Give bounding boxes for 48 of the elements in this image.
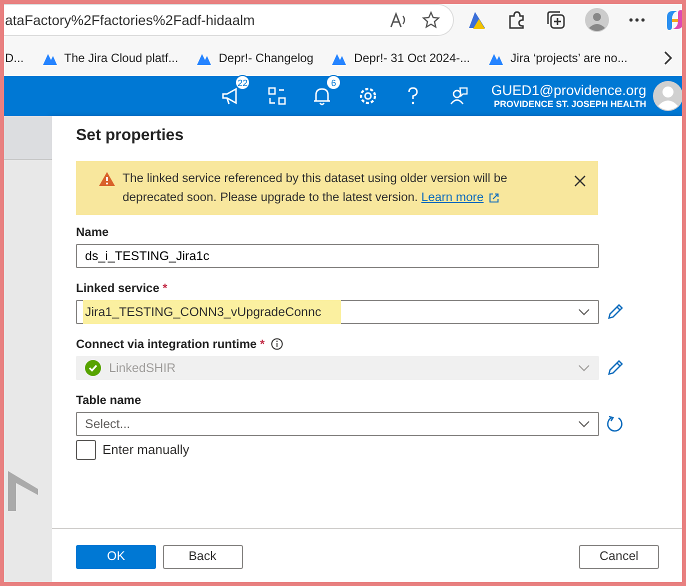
field-label: Linked service [76, 280, 160, 297]
count-badge: 6 [326, 75, 342, 90]
collections-icon[interactable] [546, 10, 566, 30]
dialog-button[interactable]: Cancel [579, 544, 659, 568]
url-text: ataFactory%2Ffactories%2Fadf-hidaalm [5, 10, 255, 30]
external-link-icon [488, 192, 500, 204]
bookmark-item[interactable]: Jira ‘projects’ are no... [510, 49, 628, 67]
organization-name: PROVIDENCE ST. JOSEPH HEALTH [492, 100, 646, 110]
chevron-down-icon [578, 420, 590, 428]
refresh-icon[interactable] [606, 415, 624, 433]
bell-icon[interactable] [312, 86, 332, 106]
count-badge: 22 [235, 75, 250, 90]
close-icon[interactable] [574, 175, 586, 187]
settings-icon[interactable] [358, 86, 378, 106]
user-email[interactable]: GUED1@providence.org [491, 82, 646, 97]
dialog-button[interactable]: Back [162, 544, 242, 568]
warning-icon [98, 171, 116, 187]
user-avatar-icon[interactable] [652, 81, 683, 111]
required-marker: * [162, 280, 168, 297]
field-label: Table name [76, 392, 142, 409]
field-label: Name [76, 224, 109, 241]
star-icon[interactable] [422, 11, 440, 29]
dialog-title: Set properties [76, 126, 185, 146]
pencil-icon[interactable] [606, 303, 624, 321]
dropdown-field[interactable]: Jira1_TESTING_CONN3_vUpgradeConnc [76, 300, 599, 324]
bookmark-item[interactable]: D... [5, 49, 24, 67]
bookmark-item[interactable]: The Jira Cloud platf... [64, 49, 178, 67]
diagram-shape-icon [8, 471, 38, 511]
checkbox-label[interactable]: Enter manually [102, 440, 190, 460]
feedback-person-icon[interactable] [448, 86, 469, 106]
dropdown-field[interactable]: Select... [76, 412, 599, 436]
checkbox[interactable] [76, 440, 96, 460]
chevron-right-icon[interactable] [663, 51, 674, 65]
learn-more-link[interactable]: Learn more [421, 190, 500, 204]
field-label: Connect via integration runtime [76, 336, 257, 353]
warning-message: The linked service referenced by this dataset using older version will be deprecated soon. Please upgrade to the latest version. Learn more [122, 170, 508, 206]
bookmark-item[interactable]: Depr!- Changelog [218, 49, 314, 67]
bookmark-item[interactable]: Depr!- 31 Oct 2024-... [354, 49, 470, 67]
chevron-down-icon [578, 308, 590, 316]
directory-switch-icon[interactable] [266, 86, 287, 106]
extension-warning-icon[interactable] [466, 10, 486, 30]
required-marker: * [260, 336, 265, 353]
dropdown-field: LinkedSHIR [76, 356, 599, 380]
text-field[interactable]: ds_i_TESTING_Jira1c [76, 244, 599, 268]
ok-button[interactable]: OK [76, 544, 156, 568]
profile-avatar-icon[interactable] [585, 8, 609, 32]
more-icon[interactable] [628, 17, 644, 23]
chevron-down-icon [578, 364, 590, 372]
